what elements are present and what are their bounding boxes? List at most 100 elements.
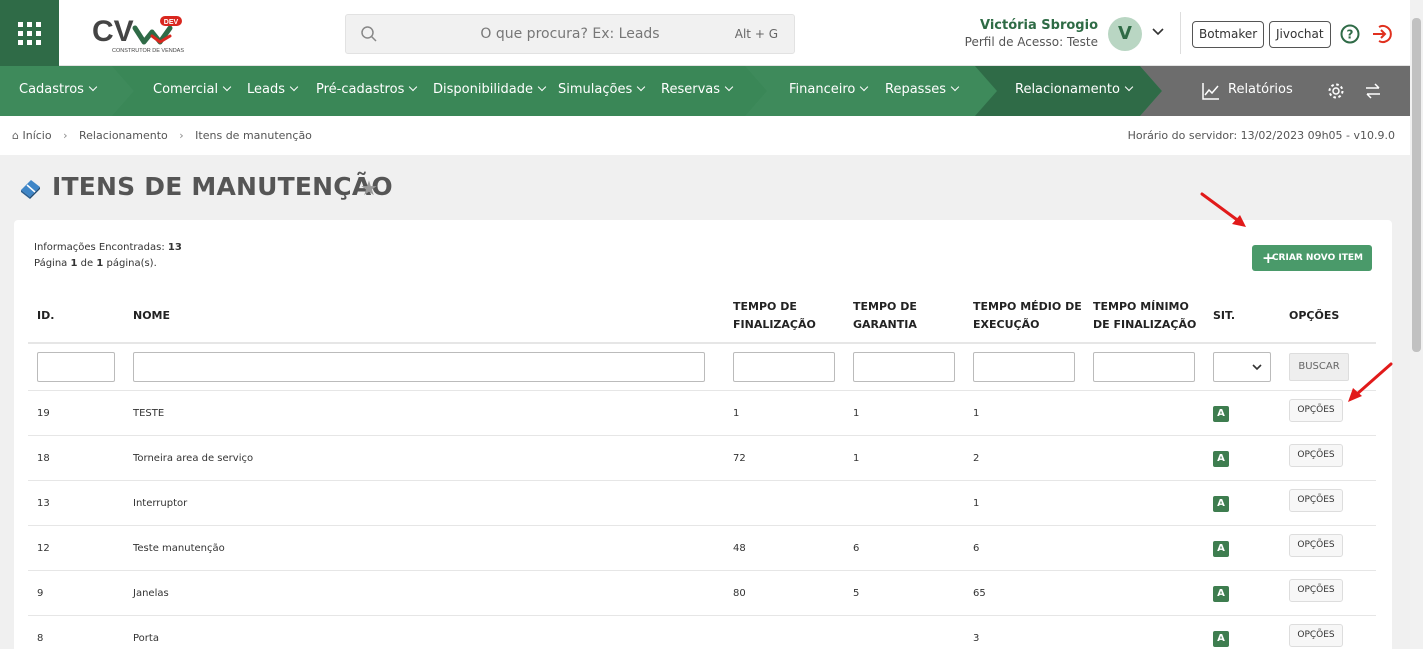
svg-text:CONSTRUTOR DE VENDAS: CONSTRUTOR DE VENDAS: [112, 48, 184, 54]
options-button[interactable]: OPÇÕES: [1289, 444, 1343, 467]
options-button[interactable]: OPÇÕES: [1289, 399, 1343, 422]
nav-comercial[interactable]: Comercial: [153, 82, 230, 97]
filter-minimo-input[interactable]: [1093, 352, 1195, 382]
row-divider: [28, 615, 1376, 616]
chevron-down-icon: [1252, 364, 1262, 371]
botmaker-button[interactable]: Botmaker: [1192, 21, 1265, 48]
cell-id: 12: [37, 543, 50, 554]
row-divider: [28, 525, 1376, 526]
options-button[interactable]: OPÇÕES: [1289, 579, 1343, 602]
breadcrumb-separator: ›: [179, 129, 184, 142]
col-tempo-finalizacao[interactable]: TEMPO DE FINALIZAÇÃO: [733, 298, 816, 334]
chart-line-icon[interactable]: [1202, 82, 1220, 100]
cell-finalizacao: 48: [733, 543, 746, 554]
status-badge: A: [1213, 586, 1229, 602]
cell-nome: Torneira area de serviço: [133, 453, 254, 464]
nav-relacionamento[interactable]: Relacionamento: [1015, 82, 1132, 97]
col-tempo-medio[interactable]: TEMPO MÉDIO DE EXECUÇÃO: [973, 298, 1082, 334]
scrollbar-thumb[interactable]: [1412, 18, 1421, 352]
logout-icon[interactable]: [1371, 23, 1393, 45]
info-label: Informações Encontradas:: [34, 242, 165, 253]
search-button[interactable]: BUSCAR: [1289, 353, 1349, 381]
row-divider: [28, 570, 1376, 571]
nav-repasses[interactable]: Repasses: [885, 82, 958, 97]
filter-garantia-input[interactable]: [853, 352, 955, 382]
col-tempo-garantia[interactable]: TEMPO DE GARANTIA: [853, 298, 917, 334]
cell-nome: Janelas: [133, 588, 169, 599]
page-total: 1: [96, 258, 104, 269]
col-tempo-minimo[interactable]: TEMPO MÍNIMO DE FINALIZAÇÃO: [1093, 298, 1196, 334]
plus-icon: +: [1262, 249, 1275, 267]
swap-icon[interactable]: [1365, 83, 1381, 99]
svg-text:DEV: DEV: [164, 19, 179, 26]
filter-sit-select[interactable]: [1213, 352, 1271, 382]
page-title: ITENS DE MANUTENÇÃO: [52, 172, 393, 201]
cell-nome: Interruptor: [133, 498, 188, 509]
col-label: TEMPO DE: [733, 300, 797, 313]
nav-simulacoes[interactable]: Simulações: [558, 82, 644, 97]
page-word: Página: [34, 258, 68, 269]
avatar[interactable]: V: [1108, 17, 1142, 51]
filter-medio-input[interactable]: [973, 352, 1075, 382]
col-label: TEMPO DE: [853, 300, 917, 313]
global-search[interactable]: O que procura? Ex: Leads Alt + G: [345, 14, 795, 54]
content-card: Informações Encontradas: 13 Página 1 de …: [14, 220, 1392, 649]
breadcrumb-home[interactable]: Início: [22, 129, 51, 142]
status-badge: A: [1213, 496, 1229, 512]
home-icon[interactable]: ⌂: [12, 129, 19, 142]
nav-pre-cadastros[interactable]: Pré-cadastros: [316, 82, 416, 97]
breadcrumb-relacionamento[interactable]: Relacionamento: [79, 129, 168, 142]
gear-icon[interactable]: [1327, 82, 1345, 100]
favorite-star-icon[interactable]: ★: [360, 176, 378, 200]
cell-garantia: 5: [853, 588, 860, 599]
cell-medio: 1: [973, 408, 980, 419]
user-info[interactable]: Victória Sbrogio Perfil de Acesso: Teste: [965, 18, 1098, 50]
breadcrumb: ⌂ Início › Relacionamento › Itens de man…: [12, 129, 312, 142]
jivochat-button[interactable]: Jivochat: [1269, 21, 1331, 48]
apps-grid-icon[interactable]: [0, 0, 59, 66]
options-button[interactable]: OPÇÕES: [1289, 534, 1343, 557]
main-nav: Cadastros Comercial Leads Pré-cadastros …: [0, 66, 1410, 116]
info-count: 13: [167, 242, 182, 253]
cell-nome: TESTE: [133, 408, 165, 419]
cell-finalizacao: 72: [733, 453, 746, 464]
col-id[interactable]: ID.: [37, 307, 54, 325]
cell-finalizacao: 80: [733, 588, 746, 599]
cell-medio: 3: [973, 633, 980, 644]
server-time: Horário do servidor: 13/02/2023 09h05 - …: [1127, 129, 1395, 142]
cell-medio: 65: [973, 588, 986, 599]
nav-leads[interactable]: Leads: [247, 82, 297, 97]
page-of: de: [80, 258, 94, 269]
nav-disponibilidade[interactable]: Disponibilidade: [433, 82, 545, 97]
row-divider: [28, 435, 1376, 436]
options-button[interactable]: OPÇÕES: [1289, 624, 1343, 647]
create-item-button[interactable]: + CRIAR NOVO ITEM: [1252, 245, 1372, 271]
top-bar: CV DEV CONSTRUTOR DE VENDAS O que procur…: [0, 0, 1410, 66]
col-label: EXECUÇÃO: [973, 318, 1040, 331]
create-item-label: CRIAR NOVO ITEM: [1271, 253, 1363, 263]
help-icon[interactable]: ?: [1340, 24, 1360, 44]
app-root: CV DEV CONSTRUTOR DE VENDAS O que procur…: [0, 0, 1423, 649]
col-label: FINALIZAÇÃO: [733, 318, 816, 331]
nav-financeiro[interactable]: Financeiro: [789, 82, 867, 97]
header-divider: [28, 342, 1376, 344]
cv-logo[interactable]: CV DEV CONSTRUTOR DE VENDAS: [92, 14, 187, 56]
col-nome[interactable]: NOME: [133, 307, 170, 325]
status-badge: A: [1213, 406, 1229, 422]
scrollbar[interactable]: [1410, 0, 1423, 649]
filter-nome-input[interactable]: [133, 352, 705, 382]
nav-cadastros[interactable]: Cadastros: [19, 82, 96, 97]
cell-garantia: 6: [853, 543, 860, 554]
nav-reservas[interactable]: Reservas: [661, 82, 732, 97]
filter-id-input[interactable]: [37, 352, 115, 382]
breadcrumb-bar: ⌂ Início › Relacionamento › Itens de man…: [0, 116, 1410, 155]
cell-id: 9: [37, 588, 44, 599]
chevron-down-icon[interactable]: [1150, 24, 1166, 40]
col-sit[interactable]: SIT.: [1213, 307, 1235, 325]
svg-text:CV: CV: [92, 15, 134, 48]
nav-relatorios[interactable]: Relatórios: [1228, 82, 1293, 97]
options-button[interactable]: OPÇÕES: [1289, 489, 1343, 512]
row-divider: [28, 480, 1376, 481]
filter-finalizacao-input[interactable]: [733, 352, 835, 382]
col-label: TEMPO MÉDIO DE: [973, 300, 1082, 313]
